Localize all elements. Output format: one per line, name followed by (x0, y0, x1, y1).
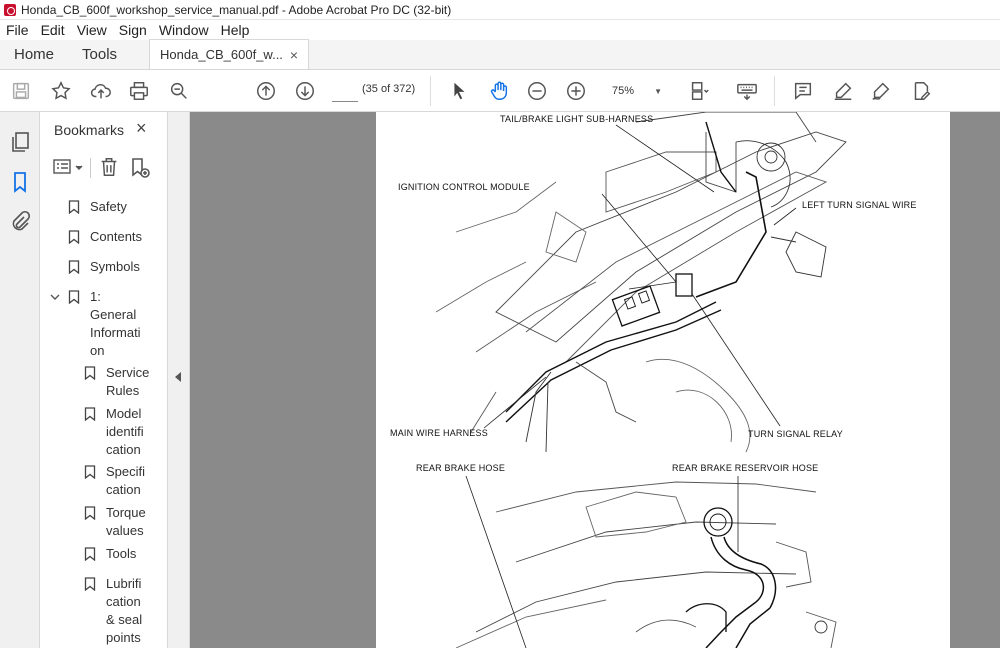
bookmark-item[interactable]: Symbols (68, 258, 140, 276)
collapse-arrow-icon (175, 372, 181, 382)
bookmark-icon (68, 290, 80, 304)
wiring-diagram-illustration (435, 112, 847, 648)
bookmark-label: Lubrifi cation & seal points (106, 576, 143, 645)
bookmarks-title: Bookmarks (54, 122, 125, 138)
zoom-search-icon[interactable] (166, 78, 192, 104)
star-icon[interactable] (48, 78, 74, 104)
bookmark-label: Specifi cation (106, 464, 146, 497)
tab-close-button[interactable]: × (290, 47, 298, 63)
menu-help[interactable]: Help (215, 22, 256, 38)
main-toolbar: (35 of 372) 75% ▼ (0, 70, 1000, 112)
bookmark-item[interactable]: Lubrifi cation & seal points (84, 575, 142, 647)
tab-document-label: Honda_CB_600f_w... (160, 47, 283, 62)
keyboard-icon[interactable] (734, 78, 760, 104)
expand-chevron-icon[interactable] (50, 290, 60, 304)
tab-document[interactable]: Honda_CB_600f_w... × (149, 39, 310, 69)
bookmark-label: Service Rules (106, 365, 150, 398)
navigation-rail (0, 112, 40, 648)
page-display-icon[interactable] (686, 78, 712, 104)
label-ignition-control-module: IGNITION CONTROL MODULE (398, 182, 530, 192)
bookmark-item[interactable]: Torque values (84, 504, 146, 540)
more-tools-icon[interactable] (908, 78, 934, 104)
bookmark-icon (84, 366, 96, 380)
panel-collapse-handle[interactable] (168, 112, 190, 648)
bookmark-item[interactable]: 1: General Informati on (50, 288, 141, 360)
new-bookmark-icon[interactable] (128, 156, 152, 180)
acrobat-logo-icon (4, 3, 16, 16)
menu-sign[interactable]: Sign (113, 22, 153, 38)
highlight-pen-icon[interactable] (830, 78, 856, 104)
bookmark-item[interactable]: Model identifi cation (84, 405, 144, 459)
document-viewport[interactable]: TAIL/BRAKE LIGHT SUB-HARNESS IGNITION CO… (190, 112, 1000, 648)
label-rear-brake-hose: REAR BRAKE HOSE (416, 463, 506, 473)
bookmarks-panel-icon[interactable] (8, 170, 32, 194)
page-down-icon[interactable] (292, 78, 318, 104)
bookmark-label: 1: General Informati on (90, 289, 141, 358)
bookmark-icon (68, 200, 80, 214)
bookmark-item[interactable]: Service Rules (84, 364, 149, 400)
tab-bar: Home Tools Honda_CB_600f_w... × (0, 39, 1000, 70)
bookmark-label: Model identifi cation (106, 406, 144, 457)
page-number-input[interactable] (332, 80, 358, 102)
bookmark-item[interactable]: Specifi cation (84, 463, 145, 499)
save-icon[interactable] (8, 78, 34, 104)
bookmark-label: Symbols (90, 259, 140, 274)
page-thumbnails-icon[interactable] (8, 130, 32, 154)
bookmark-icon (84, 407, 96, 421)
bookmark-item[interactable]: Safety (68, 198, 127, 216)
print-icon[interactable] (126, 78, 152, 104)
toolbar-divider (430, 76, 431, 106)
bookmark-icon (68, 260, 80, 274)
label-left-turn-signal-wire: LEFT TURN SIGNAL WIRE (802, 200, 917, 210)
zoom-select[interactable]: 75% ▼ (604, 80, 668, 102)
label-turn-signal-relay: TURN SIGNAL RELAY (748, 429, 843, 439)
options-menu-icon[interactable] (52, 156, 86, 178)
menu-edit[interactable]: Edit (35, 22, 71, 38)
window-title: Honda_CB_600f_workshop_service_manual.pd… (21, 2, 452, 17)
bookmark-icon (84, 547, 96, 561)
bookmark-icon (84, 577, 96, 591)
bookmark-icon (84, 465, 96, 479)
bookmark-label: Tools (106, 546, 137, 561)
delete-bookmark-icon[interactable] (98, 156, 120, 178)
toolbar-divider (90, 158, 91, 178)
label-main-wire-harness: MAIN WIRE HARNESS (390, 428, 488, 438)
tab-tools[interactable]: Tools (68, 39, 131, 69)
menu-window[interactable]: Window (153, 22, 215, 38)
hand-tool-icon[interactable] (486, 78, 512, 104)
menu-view[interactable]: View (71, 22, 113, 38)
attachments-icon[interactable] (8, 210, 32, 234)
cloud-upload-icon[interactable] (88, 78, 114, 104)
menu-bar: File Edit View Sign Window Help (0, 20, 1000, 40)
select-arrow-icon[interactable] (446, 78, 472, 104)
tab-home[interactable]: Home (0, 39, 68, 69)
sign-pen-icon[interactable] (868, 78, 894, 104)
bookmarks-close-button[interactable]: × (136, 118, 147, 139)
bookmark-label: Torque values (106, 505, 146, 538)
bookmark-icon (84, 506, 96, 520)
label-tail-brake-sub-harness: TAIL/BRAKE LIGHT SUB-HARNESS (500, 114, 654, 124)
title-bar: Honda_CB_600f_workshop_service_manual.pd… (0, 0, 1000, 20)
bookmark-icon (68, 230, 80, 244)
bookmarks-toolbar (52, 152, 162, 182)
page-up-icon[interactable] (253, 78, 279, 104)
toolbar-divider (774, 76, 775, 106)
menu-file[interactable]: File (0, 22, 35, 38)
bookmark-label: Contents (90, 229, 143, 244)
zoom-in-icon[interactable] (563, 78, 589, 104)
bookmarks-panel: Bookmarks × Safety Contents Symbols 1: G… (40, 112, 168, 648)
zoom-out-icon[interactable] (524, 78, 550, 104)
label-rear-brake-reservoir-hose: REAR BRAKE RESERVOIR HOSE (672, 463, 819, 473)
chevron-down-icon: ▼ (654, 86, 662, 96)
zoom-value: 75% (612, 85, 635, 97)
bookmark-item[interactable]: Contents (68, 228, 142, 246)
pdf-page: TAIL/BRAKE LIGHT SUB-HARNESS IGNITION CO… (376, 112, 950, 648)
bookmark-item[interactable]: Tools (84, 545, 136, 563)
comment-icon[interactable] (790, 78, 816, 104)
bookmark-label: Safety (90, 199, 127, 214)
page-count: (35 of 372) (362, 83, 416, 95)
